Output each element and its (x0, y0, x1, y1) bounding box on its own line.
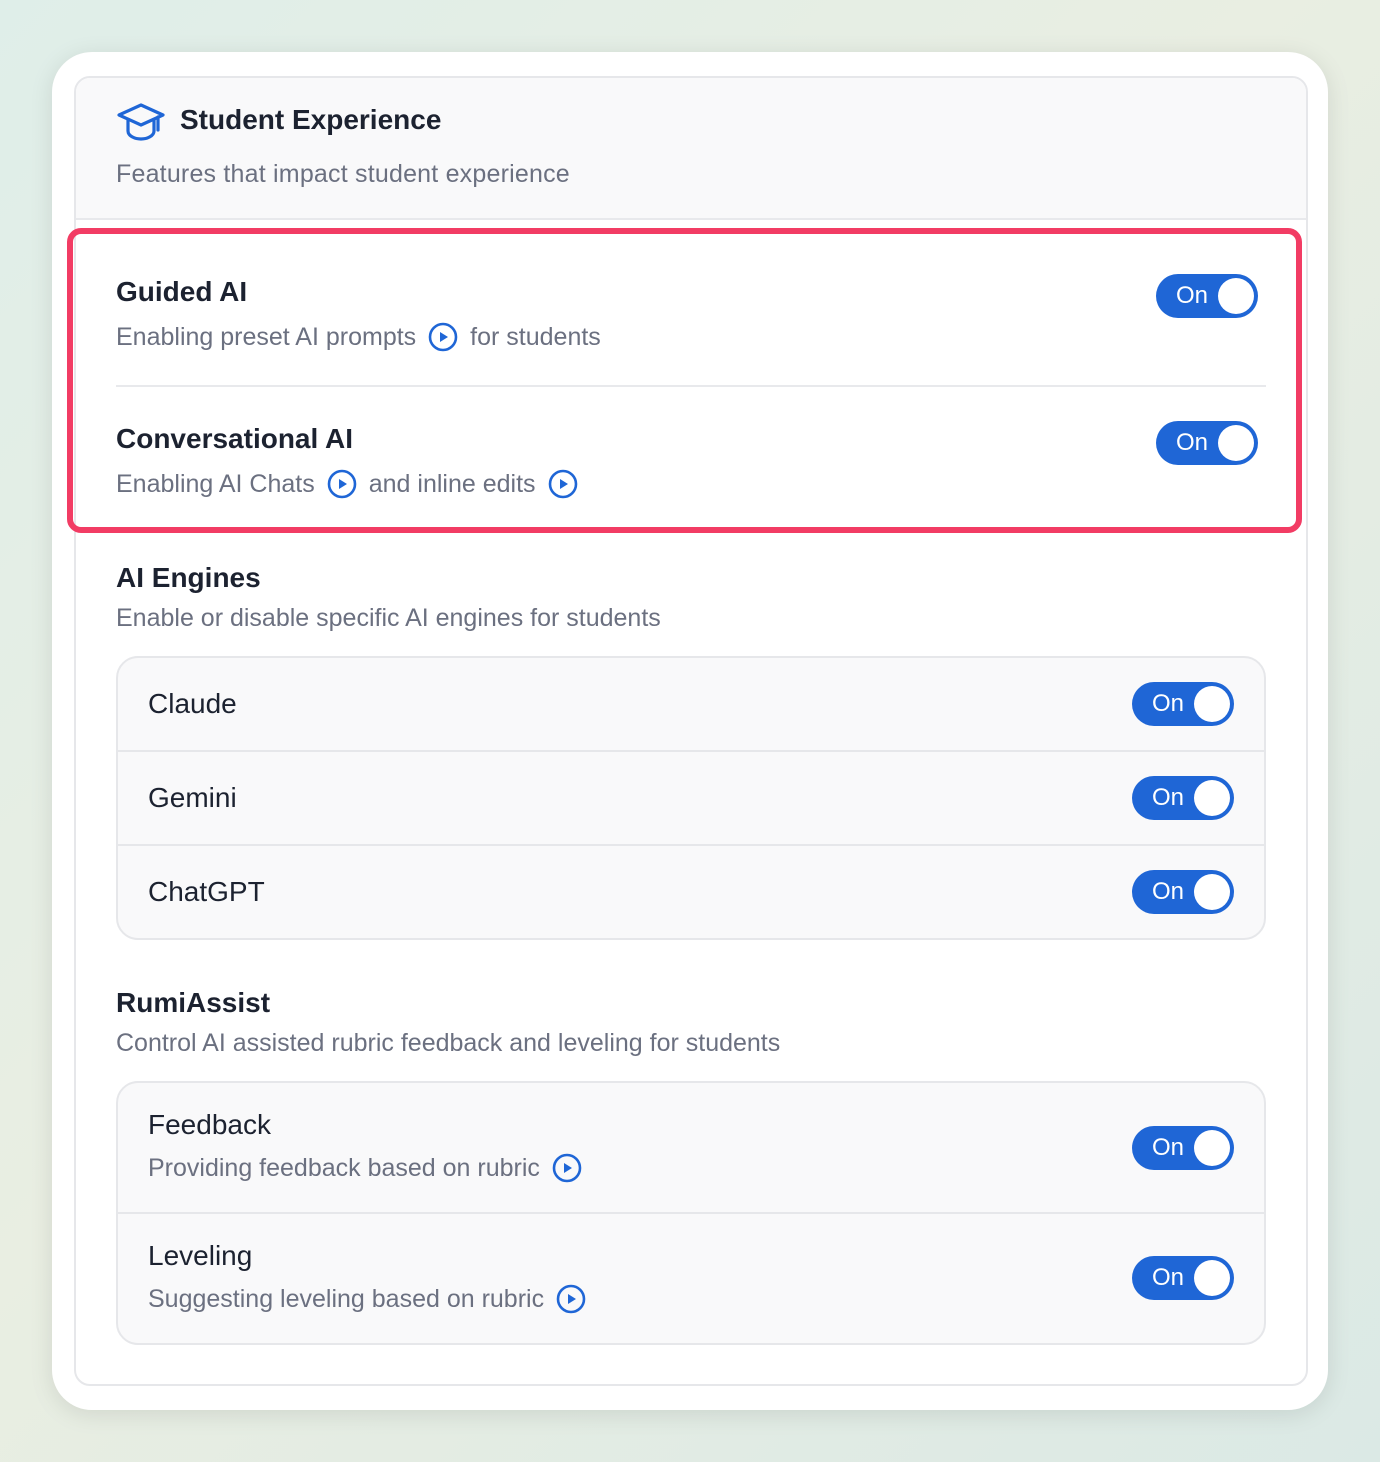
list-item: Leveling Suggesting leveling based on ru… (118, 1214, 1264, 1343)
card-header: Student Experience Features that impact … (76, 78, 1306, 220)
toggle-label: On (1152, 690, 1185, 717)
conversational-ai-desc-text: Enabling AI Chats (116, 469, 315, 498)
ai-engines-subtitle: Enable or disable specific AI engines fo… (116, 604, 661, 632)
toggle-label: On (1152, 1264, 1185, 1291)
engine-label-gemini: Gemini (148, 782, 237, 813)
ai-engines-list: Claude On Gemini On ChatGPT On (116, 656, 1266, 940)
conversational-ai-desc-middle: and inline edits (368, 469, 536, 498)
guided-ai-description: Enabling preset AI prompts for students (116, 322, 601, 352)
feedback-toggle[interactable]: On (1132, 1126, 1234, 1170)
list-item: ChatGPT On (118, 846, 1264, 938)
toggle-knob (1218, 278, 1254, 314)
guided-ai-desc-suffix: for students (470, 322, 601, 351)
toggle-knob (1194, 1260, 1230, 1296)
play-video-icon[interactable] (428, 322, 458, 352)
toggle-knob (1218, 425, 1254, 461)
gemini-toggle[interactable]: On (1132, 776, 1234, 820)
toggle-knob (1194, 686, 1230, 722)
toggle-knob (1194, 780, 1230, 816)
conversational-ai-title: Conversational AI (116, 423, 354, 454)
play-video-icon[interactable] (548, 469, 578, 499)
divider (116, 385, 1266, 387)
list-item: Gemini On (118, 752, 1264, 846)
list-item: Claude On (118, 658, 1264, 752)
leveling-description: Suggesting leveling based on rubric (148, 1284, 598, 1314)
leveling-desc-text: Suggesting leveling based on rubric (148, 1284, 545, 1313)
play-video-icon[interactable] (556, 1284, 586, 1314)
chatgpt-toggle[interactable]: On (1132, 870, 1234, 914)
guided-ai-toggle[interactable]: On (1156, 274, 1258, 318)
list-item: Feedback Providing feedback based on rub… (118, 1083, 1264, 1214)
engine-label-chatgpt: ChatGPT (148, 876, 265, 907)
student-experience-card: Student Experience Features that impact … (74, 76, 1308, 1386)
conversational-ai-description: Enabling AI Chats and inline edits (116, 469, 590, 499)
guided-ai-title: Guided AI (116, 276, 248, 307)
leveling-label: Leveling (148, 1240, 253, 1271)
leveling-toggle[interactable]: On (1132, 1256, 1234, 1300)
toggle-label: On (1152, 784, 1185, 811)
engine-label-claude: Claude (148, 688, 237, 719)
toggle-label: On (1152, 1134, 1185, 1161)
rumiassist-title: RumiAssist (116, 987, 271, 1018)
graduation-cap-icon (116, 100, 166, 146)
claude-toggle[interactable]: On (1132, 682, 1234, 726)
toggle-label: On (1176, 429, 1209, 456)
toggle-label: On (1176, 282, 1209, 309)
rumiassist-list: Feedback Providing feedback based on rub… (116, 1081, 1266, 1345)
conversational-ai-toggle[interactable]: On (1156, 421, 1258, 465)
toggle-label: On (1152, 878, 1185, 905)
rumiassist-subtitle: Control AI assisted rubric feedback and … (116, 1029, 781, 1057)
toggle-knob (1194, 874, 1230, 910)
feedback-description: Providing feedback based on rubric (148, 1153, 594, 1183)
feedback-label: Feedback (148, 1109, 271, 1140)
page-subtitle: Features that impact student experience (116, 160, 570, 188)
guided-ai-desc-text: Enabling preset AI prompts (116, 322, 417, 351)
feedback-desc-text: Providing feedback based on rubric (148, 1153, 540, 1182)
ai-engines-title: AI Engines (116, 562, 261, 593)
play-video-icon[interactable] (552, 1153, 582, 1183)
play-video-icon[interactable] (327, 469, 357, 499)
toggle-knob (1194, 1130, 1230, 1166)
settings-panel: Student Experience Features that impact … (52, 52, 1328, 1410)
page-title: Student Experience (180, 104, 442, 135)
